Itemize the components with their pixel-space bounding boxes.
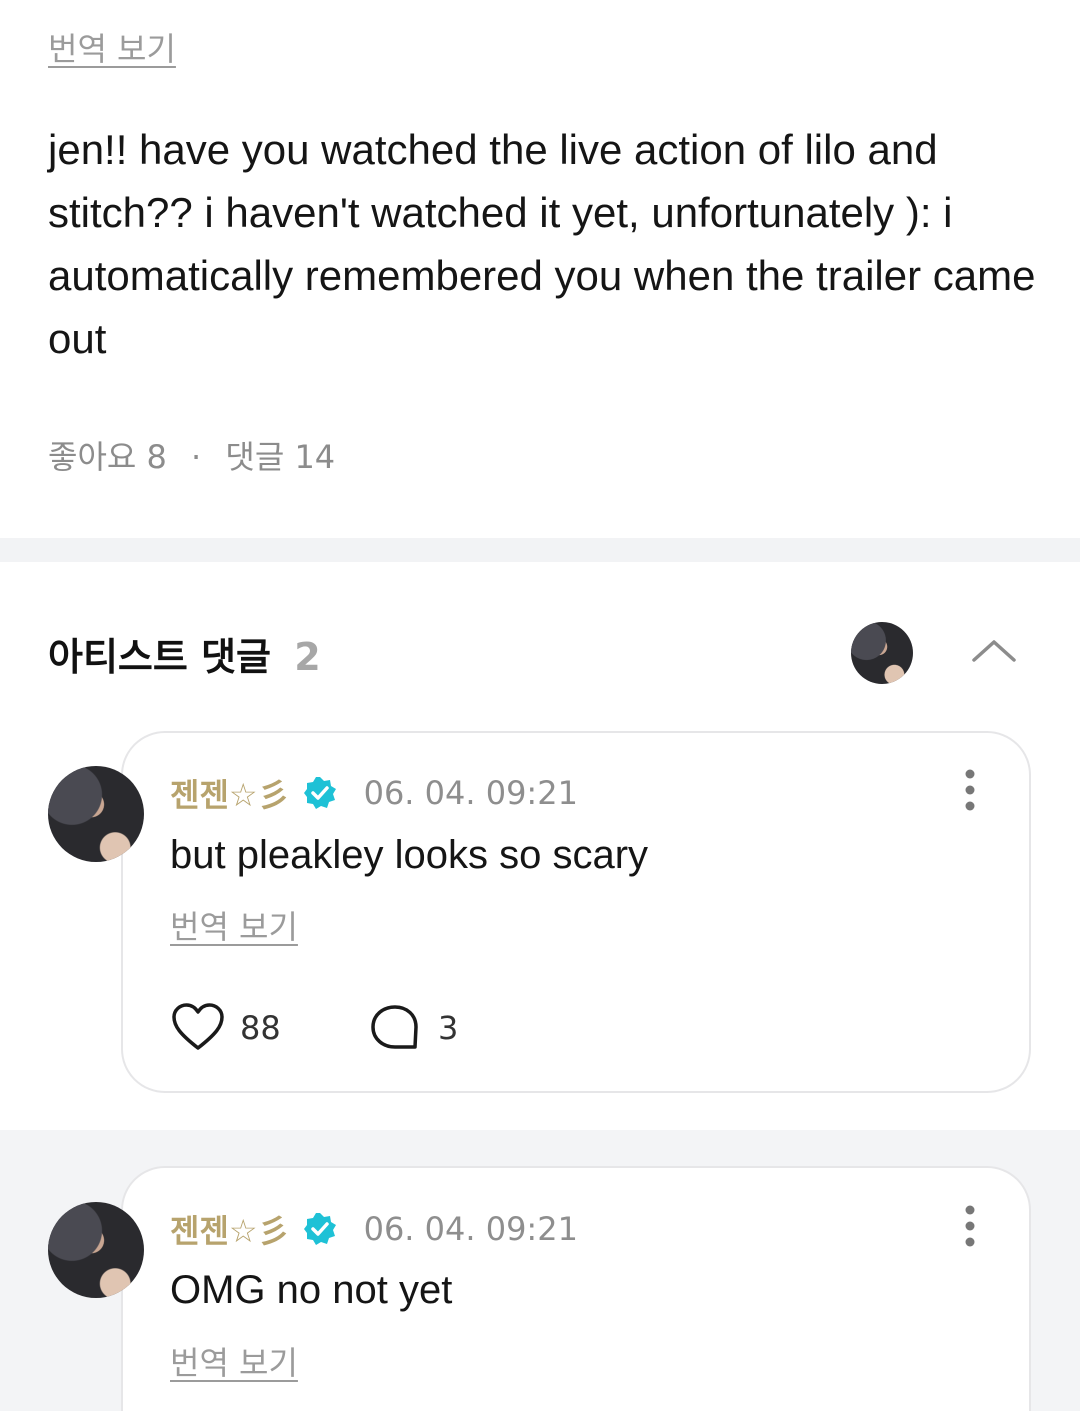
stats-separator: · — [191, 438, 202, 476]
comment-header: 젠젠☆彡 06. 04. 09:21 — [170, 1206, 578, 1252]
like-button[interactable]: 88 — [170, 1000, 281, 1056]
post-body-text: jen!! have you watched the live action o… — [48, 126, 1036, 362]
comment-bubble-icon — [371, 1005, 418, 1049]
likes-label: 좋아요 — [48, 438, 137, 476]
chevron-up-icon[interactable] — [970, 634, 1018, 666]
comment-header: 젠젠☆彡 06. 04. 09:21 — [170, 770, 578, 816]
comment-author[interactable]: 젠젠☆彡 — [170, 770, 290, 816]
reply-button[interactable]: 3 — [368, 1000, 458, 1056]
artist-comments-title: 아티스트 댓글 2 — [48, 626, 321, 681]
artist-comments-label: 아티스트 댓글 — [48, 635, 271, 679]
heart-icon — [172, 1003, 224, 1050]
avatar[interactable] — [48, 1202, 144, 1298]
comment-timestamp: 06. 04. 09:21 — [363, 774, 578, 812]
verified-badge-icon — [303, 1213, 336, 1245]
more-options-icon[interactable] — [952, 768, 988, 812]
like-count: 88 — [240, 1009, 281, 1047]
comments-count: 14 — [294, 438, 336, 476]
post-translate-link[interactable]: 번역 보기 — [48, 24, 176, 70]
avatar[interactable] — [48, 766, 144, 862]
comments-label: 댓글 — [225, 438, 285, 476]
comment-author[interactable]: 젠젠☆彡 — [170, 1206, 290, 1252]
verified-badge-icon — [303, 777, 336, 809]
reply-count: 3 — [438, 1009, 459, 1047]
comment-translate-link[interactable]: 번역 보기 — [170, 1338, 298, 1384]
section-divider — [0, 538, 1080, 562]
comment-text: but pleakley looks so scary — [170, 833, 649, 877]
comment-text: OMG no not yet — [170, 1268, 453, 1312]
comment-translate-link[interactable]: 번역 보기 — [170, 902, 298, 948]
likes-count: 8 — [146, 438, 167, 476]
post-stats: 좋아요 8 · 댓글 14 — [48, 432, 335, 478]
artist-comments-count: 2 — [294, 635, 321, 679]
more-options-icon[interactable] — [952, 1204, 988, 1248]
comment-timestamp: 06. 04. 09:21 — [363, 1210, 578, 1248]
artist-avatar[interactable] — [851, 622, 913, 684]
